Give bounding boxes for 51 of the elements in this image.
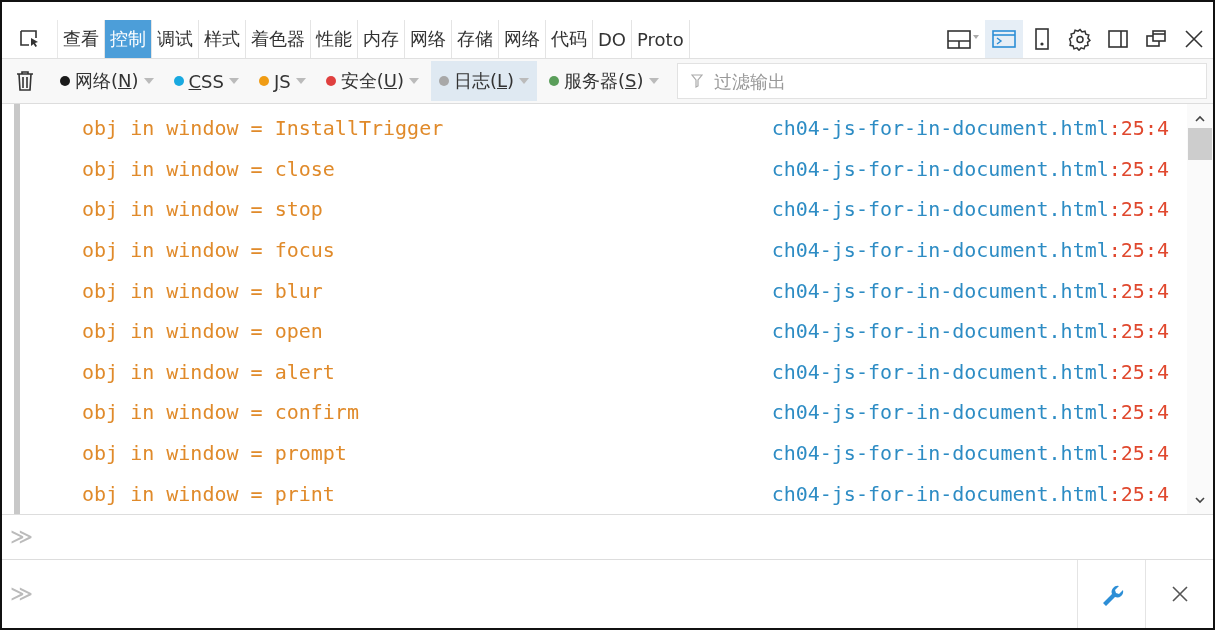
- scrollbar-thumb[interactable]: [1188, 128, 1212, 160]
- source-link[interactable]: ch04-js-for-in-document.html:25:4: [771, 116, 1169, 141]
- prompt-glyph: ≫: [10, 523, 34, 550]
- scrollbar[interactable]: [1187, 104, 1213, 514]
- filter-toggle[interactable]: 网络(N): [52, 61, 162, 101]
- caret-icon: [295, 78, 306, 84]
- source-link[interactable]: ch04-js-for-in-document.html:25:4: [771, 238, 1169, 263]
- caret-icon: [408, 78, 419, 84]
- filter-toggle[interactable]: 日志(L): [430, 61, 538, 101]
- scroll-down-icon[interactable]: [1194, 495, 1206, 504]
- log-message: obj in window = focus: [82, 238, 335, 263]
- filter-toggle[interactable]: 安全(U): [317, 61, 427, 101]
- caret-icon: [143, 78, 154, 84]
- devtools-tab[interactable]: 内存: [358, 20, 405, 58]
- devtools-tab[interactable]: DO: [593, 20, 633, 58]
- caret-icon: [648, 78, 659, 84]
- source-link[interactable]: ch04-js-for-in-document.html:25:4: [771, 359, 1169, 384]
- devtools-tab[interactable]: 存储: [452, 20, 499, 58]
- caret-icon: [228, 78, 239, 84]
- source-link[interactable]: ch04-js-for-in-document.html:25:4: [771, 278, 1169, 303]
- devtools-tab[interactable]: 着色器: [246, 20, 311, 58]
- filter-field[interactable]: 过滤输出: [676, 63, 1207, 99]
- log-message: obj in window = close: [82, 156, 335, 181]
- filter-icon: [690, 74, 703, 88]
- source-link[interactable]: ch04-js-for-in-document.html:25:4: [771, 481, 1169, 506]
- source-link[interactable]: ch04-js-for-in-document.html:25:4: [771, 441, 1169, 466]
- source-link[interactable]: ch04-js-for-in-document.html:25:4: [771, 156, 1169, 181]
- log-message: obj in window = prompt: [82, 441, 347, 466]
- log-message: obj in window = print: [82, 481, 335, 506]
- source-link[interactable]: ch04-js-for-in-document.html:25:4: [771, 197, 1169, 222]
- source-link[interactable]: ch04-js-for-in-document.html:25:4: [771, 319, 1169, 344]
- devtools-tab[interactable]: 性能: [311, 20, 358, 58]
- log-message: obj in window = alert: [82, 359, 335, 384]
- log-message: obj in window = open: [82, 319, 323, 344]
- log-message: obj in window = blur: [82, 278, 323, 303]
- devtools-tab[interactable]: 调试: [152, 20, 199, 58]
- log-message: obj in window = InstallTrigger: [82, 116, 444, 141]
- prompt-glyph: ≫: [10, 580, 34, 607]
- devtools-tab[interactable]: 网络: [405, 20, 452, 58]
- scroll-up-icon[interactable]: [1194, 114, 1206, 122]
- filter-toggle[interactable]: JS: [250, 61, 314, 101]
- log-message: obj in window = stop: [82, 197, 323, 222]
- filter-toggle[interactable]: 服务器(S): [541, 61, 667, 101]
- devtools-tab[interactable]: Proto: [632, 20, 690, 58]
- devtools-tab[interactable]: 网络: [499, 20, 546, 58]
- devtools-tab[interactable]: 代码: [546, 20, 593, 58]
- devtools-tab[interactable]: 样式: [199, 20, 246, 58]
- caret-icon: [519, 78, 530, 84]
- filter-toggle[interactable]: CSS: [165, 61, 247, 101]
- source-link[interactable]: ch04-js-for-in-document.html:25:4: [771, 400, 1169, 425]
- log-message: obj in window = confirm: [82, 400, 359, 425]
